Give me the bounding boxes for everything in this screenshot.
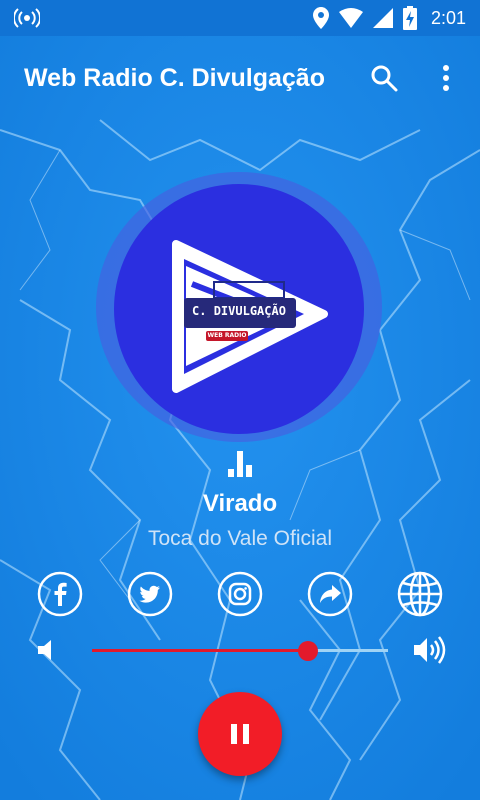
station-logo: C. DIVULGAÇÃO WEB RADIO xyxy=(96,172,382,442)
share-icon[interactable] xyxy=(307,571,353,617)
volume-low-icon[interactable] xyxy=(34,637,60,663)
pause-icon xyxy=(231,724,249,744)
song-title: Virado xyxy=(202,490,278,517)
logo-text: C. DIVULGAÇÃO xyxy=(192,304,286,318)
logo-subtext: WEB RADIO xyxy=(206,331,248,341)
instagram-icon[interactable] xyxy=(217,571,263,617)
volume-slider[interactable] xyxy=(92,641,388,661)
battery-charging-icon xyxy=(402,6,417,30)
volume-slider-fill xyxy=(92,649,309,652)
logo-circle: C. DIVULGAÇÃO WEB RADIO xyxy=(114,184,364,434)
volume-high-icon[interactable] xyxy=(412,635,448,665)
broadcast-icon xyxy=(12,8,42,28)
search-icon[interactable] xyxy=(368,62,400,94)
signal-icon xyxy=(372,8,393,28)
pause-button[interactable] xyxy=(198,692,282,776)
globe-icon[interactable] xyxy=(397,571,443,617)
status-bar: 2:01 xyxy=(0,0,480,36)
status-time: 2:01 xyxy=(430,7,466,28)
volume-control xyxy=(0,630,480,670)
wifi-icon xyxy=(338,8,363,28)
volume-slider-thumb[interactable] xyxy=(298,641,319,661)
twitter-icon[interactable] xyxy=(127,571,173,617)
artist-name: Toca do Vale Oficial xyxy=(147,527,333,550)
app-bar: Web Radio C. Divulgação xyxy=(0,36,480,122)
location-icon xyxy=(312,7,329,29)
more-vert-icon[interactable] xyxy=(436,62,456,94)
app-title: Web Radio C. Divulgação xyxy=(24,64,325,92)
facebook-icon[interactable] xyxy=(37,571,83,617)
equalizer-icon xyxy=(228,451,252,477)
